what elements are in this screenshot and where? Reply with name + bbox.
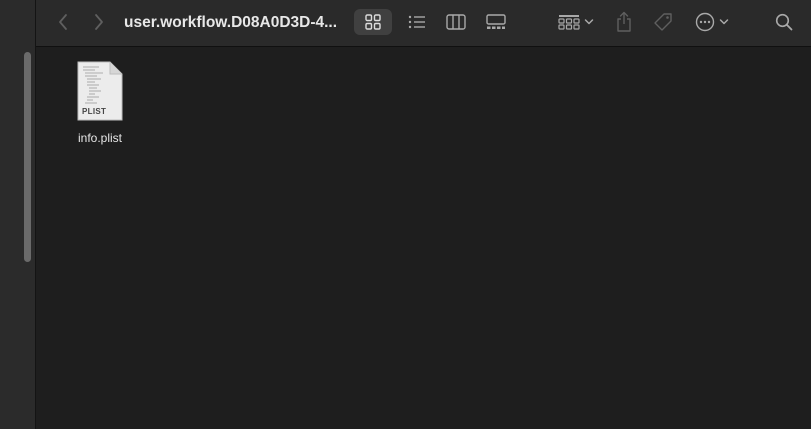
group-button[interactable] — [556, 9, 596, 35]
gallery-view-button[interactable] — [483, 9, 509, 35]
tag-button[interactable] — [650, 9, 676, 35]
forward-button[interactable] — [88, 11, 110, 33]
list-view-button[interactable] — [404, 9, 430, 35]
share-icon — [617, 11, 631, 32]
chevron-down-icon — [584, 19, 594, 25]
toolbar: user.workflow.D08A0D3D-4... — [36, 0, 811, 47]
share-button[interactable] — [612, 8, 636, 36]
chevron-down-icon — [719, 19, 729, 25]
ellipsis-circle-icon — [695, 12, 715, 32]
finder-window: user.workflow.D08A0D3D-4... PLIST info.p… — [0, 0, 811, 429]
gallery-view-icon — [486, 14, 506, 29]
window-title: user.workflow.D08A0D3D-4... — [124, 14, 338, 31]
list-view-icon — [408, 15, 425, 29]
tag-icon — [654, 13, 672, 31]
file-browser-area[interactable]: PLIST info.plist — [36, 47, 811, 429]
file-name-label: info.plist — [77, 131, 123, 145]
sidebar — [0, 0, 36, 429]
icon-view-icon — [365, 14, 381, 30]
plist-file-icon: PLIST — [77, 61, 123, 121]
sidebar-scrollbar[interactable] — [24, 52, 31, 262]
file-type-badge: PLIST — [82, 107, 107, 116]
more-actions-button[interactable] — [692, 9, 732, 35]
search-button[interactable] — [771, 9, 797, 35]
chevron-right-icon — [95, 14, 103, 30]
column-view-icon — [446, 14, 466, 30]
column-view-button[interactable] — [443, 9, 469, 35]
icon-view-button[interactable] — [354, 9, 392, 35]
back-button[interactable] — [52, 11, 74, 33]
file-item[interactable]: PLIST info.plist — [66, 61, 134, 151]
group-grid-icon — [558, 15, 580, 30]
chevron-left-icon — [59, 14, 67, 30]
search-icon — [775, 13, 793, 31]
